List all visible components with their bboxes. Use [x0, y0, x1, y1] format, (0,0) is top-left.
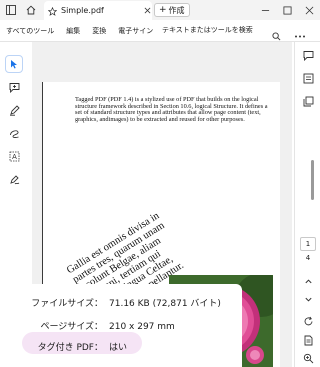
page-size-row: ページサイズ： 210 x 297 mm: [28, 319, 175, 332]
comments-panel-icon[interactable]: [301, 48, 315, 62]
text-select-tool-icon[interactable]: A: [6, 148, 22, 164]
copy-pages-icon[interactable]: [301, 94, 315, 108]
vertical-scrollbar[interactable]: [311, 160, 314, 200]
tool-search-label[interactable]: テキストまたはツールを検索: [162, 25, 253, 35]
comment-tool-icon[interactable]: [6, 79, 22, 95]
star-icon[interactable]: [47, 1, 58, 20]
previous-page-icon[interactable]: [301, 274, 315, 288]
page-size-label: ページサイズ：: [40, 322, 103, 332]
file-size-label: ファイルサイズ：: [31, 299, 103, 309]
document-tab[interactable]: Simple.pdf: [44, 1, 152, 20]
tab-title: Simple.pdf: [61, 6, 104, 15]
rotate-icon[interactable]: [301, 314, 315, 328]
file-size-row: ファイルサイズ： 71.16 KB (72,871 バイト): [28, 296, 221, 309]
menu-all-tools[interactable]: すべてのツール: [0, 26, 60, 36]
page-size-value: 210 x 297 mm: [109, 322, 175, 332]
plus-icon: +: [159, 4, 167, 15]
create-button[interactable]: + 作成: [154, 3, 190, 17]
next-page-icon[interactable]: [301, 292, 315, 306]
draw-tool-icon[interactable]: [6, 125, 22, 141]
right-sidebar: 1 4: [294, 42, 320, 367]
close-tab-icon[interactable]: [142, 7, 152, 14]
create-button-label: 作成: [168, 5, 185, 15]
home-icon[interactable]: [22, 1, 40, 19]
maximize-icon[interactable]: [276, 0, 298, 20]
svg-text:A: A: [12, 154, 17, 161]
minimize-icon[interactable]: [254, 0, 276, 20]
tagged-pdf-row: タグ付き PDF： はい: [28, 340, 127, 353]
menu-convert[interactable]: 変換: [86, 26, 112, 36]
menu-edit[interactable]: 編集: [60, 26, 86, 36]
menu-bar: すべてのツール 編集 変換 電子サイン テキストまたはツールを検索: [0, 20, 320, 42]
page-details-icon[interactable]: [301, 333, 315, 347]
page-number-input[interactable]: 1: [300, 237, 316, 251]
title-bar: Simple.pdf + 作成: [0, 0, 320, 20]
tagged-pdf-label: タグ付き PDF：: [37, 343, 103, 353]
sign-tool-icon[interactable]: [6, 171, 22, 187]
tagged-pdf-value: はい: [109, 343, 128, 353]
zoom-in-icon[interactable]: [301, 351, 315, 365]
menu-e-sign[interactable]: 電子サイン: [112, 26, 159, 36]
file-size-value: 71.16 KB (72,871 バイト): [109, 299, 221, 309]
left-toolbar: A: [5, 55, 24, 194]
select-tool-icon[interactable]: [5, 55, 23, 73]
sidebar-toggle-icon[interactable]: [2, 1, 20, 19]
document-properties-popup: ファイルサイズ： 71.16 KB (72,871 バイト) ページサイズ： 210…: [0, 284, 242, 367]
document-paragraph: Tagged PDF (PDF 1.4) is a stylized use o…: [75, 96, 268, 123]
highlight-pen-icon[interactable]: [6, 102, 22, 118]
total-pages: 4: [305, 254, 311, 262]
thumbnails-panel-icon[interactable]: [301, 71, 315, 85]
close-window-icon[interactable]: [298, 0, 320, 20]
